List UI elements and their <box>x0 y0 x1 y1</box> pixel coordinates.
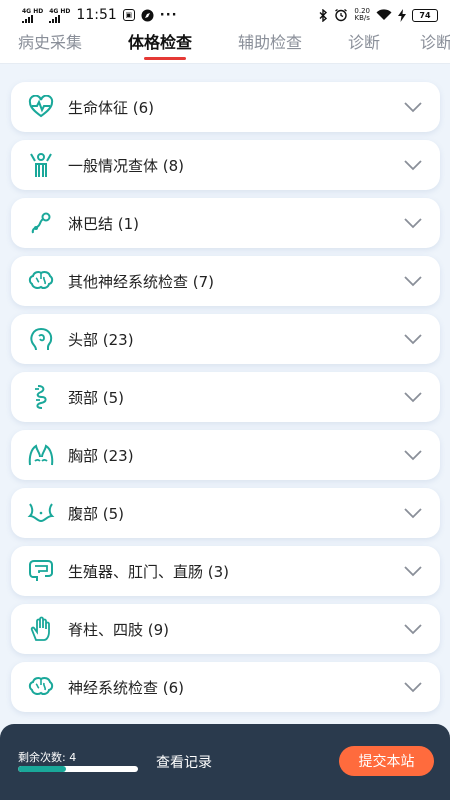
chevron-down-icon[interactable] <box>402 270 424 292</box>
wifi-icon <box>376 9 392 20</box>
compass-icon <box>141 9 154 21</box>
section-abdomen[interactable]: 腹部 (5) <box>11 488 440 538</box>
section-label: 生命体征 (6) <box>68 98 155 117</box>
view-records-button[interactable]: 查看记录 <box>156 752 212 772</box>
section-label: 神经系统检查 (6) <box>68 678 185 697</box>
status-bar: 4G HD 4G HD 11:51 ▣ ··· 0.20 KB/s 74 <box>0 0 450 30</box>
head-icon <box>27 325 55 353</box>
chevron-down-icon[interactable] <box>402 328 424 350</box>
bottom-action-bar: 剩余次数: 4 查看记录 提交本站 <box>0 724 450 800</box>
brain-icon <box>27 673 55 701</box>
chest-icon <box>27 441 55 469</box>
submit-station-button[interactable]: 提交本站 <box>339 746 434 776</box>
chevron-down-icon[interactable] <box>402 502 424 524</box>
tab-diagnosis-2[interactable]: 诊断 <box>420 30 450 63</box>
section-label: 生殖器、肛门、直肠 (3) <box>68 562 230 581</box>
section-vital-signs[interactable]: 生命体征 (6) <box>11 82 440 132</box>
bluetooth-icon <box>319 8 328 22</box>
tab-diagnosis[interactable]: 诊断 <box>348 30 380 63</box>
section-label: 其他神经系统检查 (7) <box>68 272 215 291</box>
section-label: 淋巴结 (1) <box>68 214 140 233</box>
section-label: 头部 (23) <box>68 330 134 349</box>
hand-icon <box>27 615 55 643</box>
section-label: 胸部 (23) <box>68 446 134 465</box>
notification-app-icon: ▣ <box>122 9 135 21</box>
network-speed: 0.20 KB/s <box>354 7 370 22</box>
chevron-down-icon[interactable] <box>402 618 424 640</box>
chevron-down-icon[interactable] <box>402 676 424 698</box>
progress-fill <box>18 766 66 772</box>
section-chest[interactable]: 胸部 (23) <box>11 430 440 480</box>
section-head[interactable]: 头部 (23) <box>11 314 440 364</box>
section-neck[interactable]: 颈部 (5) <box>11 372 440 422</box>
brain-icon <box>27 267 55 295</box>
section-general-exam[interactable]: 一般情况查体 (8) <box>11 140 440 190</box>
active-tab-indicator <box>144 57 186 60</box>
tab-history[interactable]: 病史采集 <box>18 30 82 63</box>
section-genital-anal-rectal[interactable]: 生殖器、肛门、直肠 (3) <box>11 546 440 596</box>
section-other-neuro-exam[interactable]: 其他神经系统检查 (7) <box>11 256 440 306</box>
more-notifications-icon: ··· <box>159 7 178 23</box>
exam-section-list: 生命体征 (6) 一般情况查体 (8) 淋巴结 (1) 其他神经系统检查 (7)… <box>11 82 440 720</box>
tab-bar: 病史采集 体格检查 辅助检查 诊断 诊断 <box>0 30 450 64</box>
battery-icon: 74 <box>412 8 438 22</box>
signal-icon-2: 4G HD <box>49 8 70 23</box>
alarm-icon <box>335 8 348 22</box>
charging-icon <box>398 8 406 22</box>
remaining-attempts-progress <box>18 766 138 772</box>
tab-auxiliary-exam[interactable]: 辅助检查 <box>238 30 302 63</box>
section-neuro-exam[interactable]: 神经系统检查 (6) <box>11 662 440 712</box>
chevron-down-icon[interactable] <box>402 154 424 176</box>
chevron-down-icon[interactable] <box>402 560 424 582</box>
intestine-icon <box>27 557 55 585</box>
section-label: 颈部 (5) <box>68 388 125 407</box>
heartbeat-icon <box>27 93 55 121</box>
abdomen-icon <box>27 499 55 527</box>
section-label: 一般情况查体 (8) <box>68 156 185 175</box>
chevron-down-icon[interactable] <box>402 386 424 408</box>
section-spine-limbs[interactable]: 脊柱、四肢 (9) <box>11 604 440 654</box>
lymph-node-icon <box>27 209 55 237</box>
section-lymph-nodes[interactable]: 淋巴结 (1) <box>11 198 440 248</box>
section-label: 腹部 (5) <box>68 504 125 523</box>
chevron-down-icon[interactable] <box>402 96 424 118</box>
clock: 11:51 <box>76 7 117 23</box>
section-label: 脊柱、四肢 (9) <box>68 620 170 639</box>
person-general-icon <box>27 151 55 179</box>
chevron-down-icon[interactable] <box>402 212 424 234</box>
chevron-down-icon[interactable] <box>402 444 424 466</box>
neck-icon <box>27 383 55 411</box>
remaining-attempts-label: 剩余次数: 4 <box>18 751 77 764</box>
signal-icon: 4G HD <box>22 8 43 23</box>
